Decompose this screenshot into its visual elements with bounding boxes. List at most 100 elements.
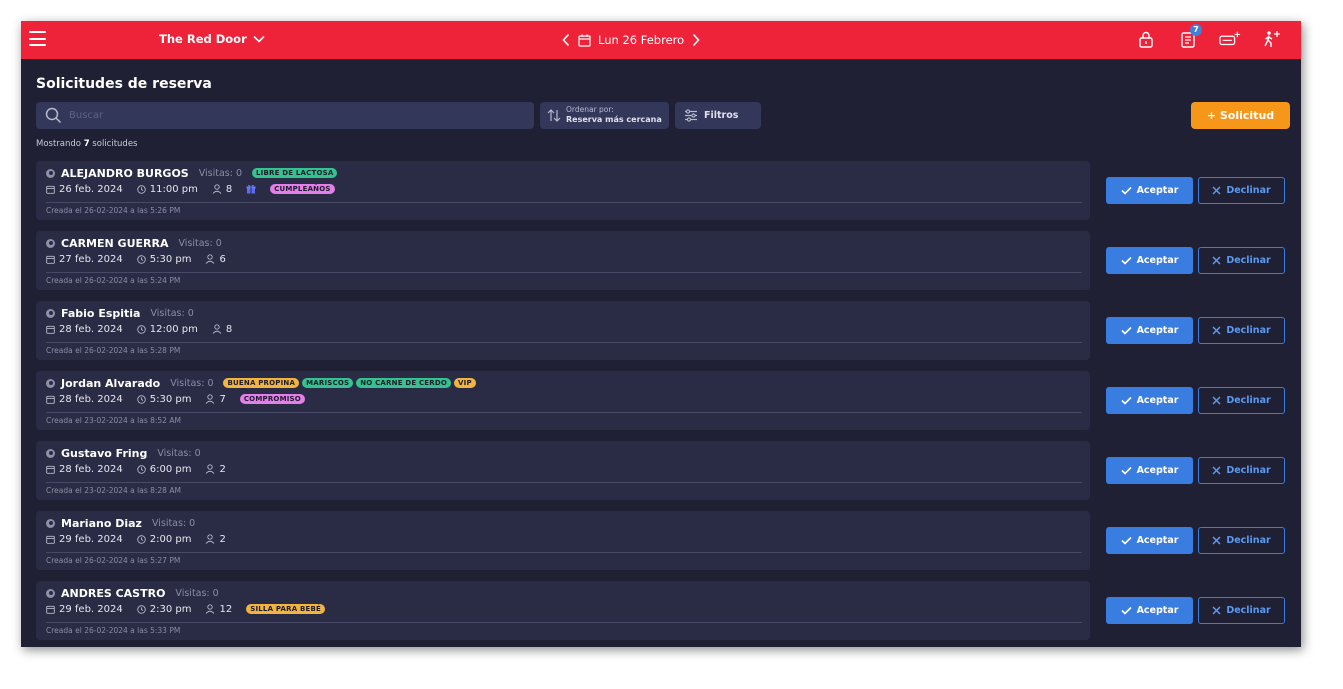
chevron-left-icon[interactable]	[561, 33, 571, 47]
reservation-date: 27 feb. 2024	[59, 253, 123, 265]
visit-count: Visitas: 0	[151, 517, 196, 529]
search-input[interactable]	[69, 102, 519, 129]
sort-button[interactable]: Ordenar por: Reserva más cercana	[540, 102, 669, 129]
reservation-time: 5:30 pm	[149, 253, 192, 265]
accept-label: Aceptar	[1136, 605, 1179, 616]
walk-in-icon[interactable]	[1261, 28, 1283, 50]
guest-name[interactable]: Fabio Espitia	[61, 307, 140, 320]
close-icon	[1212, 466, 1221, 475]
visit-count: Visitas: 0	[170, 377, 214, 389]
created-at: Creada el 26-02-2024 a las 5:26 PM	[46, 206, 181, 215]
row-divider	[46, 272, 1082, 273]
accept-button[interactable]: Aceptar	[1106, 247, 1193, 274]
request-row[interactable]: Jordan Alvarado Visitas: 0 BUENA PROPINA MA…	[36, 371, 1090, 430]
venue-name[interactable]: The Red Door	[159, 32, 247, 46]
close-icon	[1212, 396, 1221, 405]
guest-status-icon	[46, 518, 55, 528]
check-icon	[1120, 466, 1132, 475]
current-date[interactable]: Lun 26 Febrero	[598, 33, 684, 47]
decline-button[interactable]: Declinar	[1198, 177, 1285, 204]
accept-label: Aceptar	[1136, 535, 1179, 546]
accept-label: Aceptar	[1136, 325, 1179, 336]
decline-button[interactable]: Declinar	[1198, 527, 1285, 554]
request-row[interactable]: Fabio Espitia Visitas: 0 28 feb. 2024 12:00…	[36, 301, 1090, 360]
guest-status-icon	[46, 588, 55, 598]
chevron-right-icon[interactable]	[691, 33, 701, 47]
guest-name[interactable]: Mariano Diaz	[61, 517, 142, 530]
decline-button[interactable]: Declinar	[1198, 247, 1285, 274]
lock-icon[interactable]	[1135, 28, 1157, 50]
guest-status-icon	[46, 308, 55, 318]
reservation-time: 12:00 pm	[149, 323, 198, 335]
visit-count: Visitas: 0	[150, 307, 194, 319]
guest-name[interactable]: Jordan Alvarado	[61, 377, 160, 390]
visit-count: Visitas: 0	[175, 587, 219, 599]
new-request-button[interactable]: + Solicitud	[1191, 102, 1290, 129]
tag: MARISCOS	[302, 378, 354, 388]
search-box[interactable]	[36, 102, 534, 129]
menu-icon[interactable]	[29, 31, 46, 46]
accept-label: Aceptar	[1136, 465, 1179, 476]
add-table-icon[interactable]	[1219, 28, 1241, 50]
created-at: Creada el 26-02-2024 a las 5:24 PM	[46, 276, 181, 285]
accept-button[interactable]: Aceptar	[1106, 527, 1193, 554]
decline-label: Declinar	[1226, 185, 1271, 196]
sort-value: Reserva más cercana	[566, 115, 662, 124]
clock-icon	[136, 394, 146, 404]
person-icon	[212, 324, 222, 334]
visit-count: Visitas: 0	[157, 447, 201, 459]
check-icon	[1120, 396, 1132, 405]
sort-icon	[547, 109, 561, 122]
request-row[interactable]: CARMEN GUERRA Visitas: 0 27 feb. 2024 5:30 …	[36, 231, 1090, 290]
results-suffix: solicitudes	[89, 139, 138, 149]
request-row[interactable]: ANDRES CASTRO Visitas: 0 29 feb. 2024 2:30 …	[36, 581, 1090, 640]
guest-status-icon	[46, 448, 55, 458]
accept-button[interactable]: Aceptar	[1106, 387, 1193, 414]
filters-button[interactable]: Filtros	[675, 102, 761, 129]
gift-icon	[246, 184, 256, 194]
request-row[interactable]: Mariano Diaz Visitas: 0 29 feb. 2024 2:00 p…	[36, 511, 1090, 570]
reservations-icon[interactable]: 7	[1177, 24, 1202, 50]
guest-name[interactable]: Gustavo Fring	[61, 447, 147, 460]
party-size: 2	[219, 463, 226, 475]
guest-name[interactable]: CARMEN GUERRA	[61, 237, 168, 250]
accept-button[interactable]: Aceptar	[1106, 177, 1193, 204]
check-icon	[1120, 256, 1132, 265]
close-icon	[1212, 186, 1221, 195]
close-icon	[1212, 256, 1221, 265]
row-divider	[46, 482, 1082, 483]
decline-button[interactable]: Declinar	[1198, 317, 1285, 344]
decline-label: Declinar	[1226, 325, 1271, 336]
calendar-icon	[46, 185, 55, 194]
party-size: 8	[225, 183, 233, 195]
guest-name[interactable]: ANDRES CASTRO	[61, 587, 165, 600]
calendar-icon[interactable]	[578, 34, 591, 47]
guest-name[interactable]: ALEJANDRO BURGOS	[61, 167, 189, 180]
close-icon	[1212, 536, 1221, 545]
accept-button[interactable]: Aceptar	[1106, 457, 1193, 484]
date-navigator: Lun 26 Febrero	[561, 30, 701, 50]
accept-button[interactable]: Aceptar	[1106, 597, 1193, 624]
visit-count: Visitas: 0	[178, 237, 222, 249]
decline-button[interactable]: Declinar	[1198, 457, 1285, 484]
close-icon	[1212, 606, 1221, 615]
decline-button[interactable]: Declinar	[1198, 597, 1285, 624]
reservation-time: 5:30 pm	[149, 393, 192, 405]
accept-label: Aceptar	[1136, 395, 1179, 406]
request-row[interactable]: Gustavo Fring Visitas: 0 28 feb. 2024 6:00 …	[36, 441, 1090, 500]
created-at: Creada el 26-02-2024 a las 5:27 PM	[46, 556, 181, 565]
sliders-icon	[685, 109, 697, 122]
check-icon	[1120, 606, 1132, 615]
created-at: Creada el 26-02-2024 a las 5:28 PM	[46, 346, 181, 355]
check-icon	[1120, 326, 1132, 335]
reservation-date: 28 feb. 2024	[59, 463, 123, 475]
decline-button[interactable]: Declinar	[1198, 387, 1285, 414]
decline-label: Declinar	[1226, 605, 1271, 616]
chevron-down-icon[interactable]	[252, 32, 266, 46]
results-count: Mostrando 7 solicitudes	[36, 139, 137, 149]
calendar-icon	[46, 325, 55, 334]
reservation-time: 6:00 pm	[149, 463, 192, 475]
check-icon	[1120, 536, 1132, 545]
request-row[interactable]: ALEJANDRO BURGOS Visitas: 0 LIBRE DE LACTO…	[36, 161, 1090, 220]
accept-button[interactable]: Aceptar	[1106, 317, 1193, 344]
